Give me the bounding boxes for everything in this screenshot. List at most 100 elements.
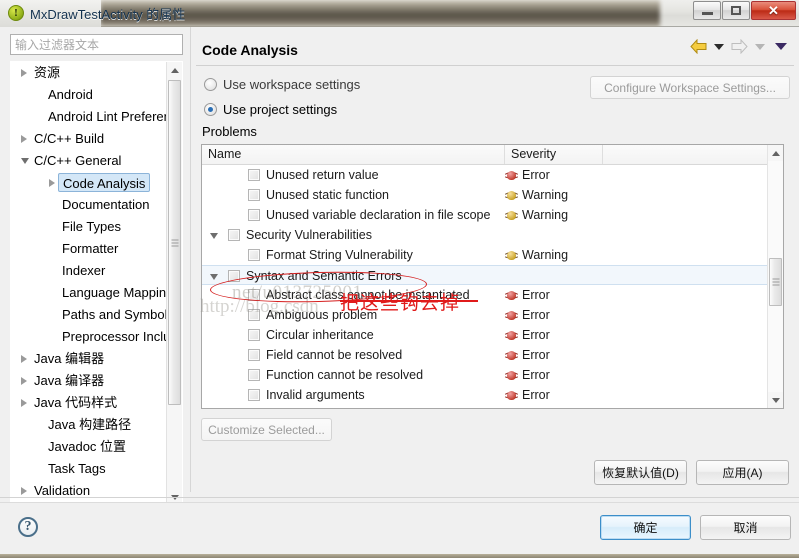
radio-indicator	[204, 103, 217, 116]
dialog-footer: ? 确定 取消	[0, 502, 799, 558]
sidebar-item-label: Validation	[34, 480, 90, 502]
row-severity-label: Warning	[522, 185, 568, 205]
page-menu-dropdown-icon[interactable]	[775, 43, 787, 50]
tree-expander-open-icon[interactable]	[210, 274, 218, 280]
radio-label: Use project settings	[223, 102, 337, 117]
row-severity-cell: Error	[505, 285, 550, 305]
sidebar-item-label: Code Analysis	[58, 173, 150, 192]
problems-section-label: Problems	[202, 124, 257, 139]
tree-expander-closed-icon[interactable]	[21, 487, 27, 495]
column-header-blank[interactable]	[603, 145, 783, 164]
sidebar-item-code-analysis[interactable]: Code Analysis	[11, 172, 169, 194]
row-checkbox[interactable]	[248, 209, 260, 221]
customize-selected-button[interactable]: Customize Selected...	[201, 418, 332, 441]
sidebar-scroll-thumb[interactable]	[168, 80, 181, 405]
row-name: Format String Vulnerability	[266, 245, 413, 265]
row-name: Security Vulnerabilities	[246, 225, 372, 245]
sidebar-item-java[interactable]: Java 构建路径	[11, 414, 169, 436]
table-row[interactable]: Function cannot be resolvedError	[202, 365, 768, 385]
row-checkbox[interactable]	[248, 349, 260, 361]
radio-use-project-settings[interactable]: Use project settings	[204, 102, 337, 117]
table-vertical-scrollbar[interactable]	[767, 145, 783, 408]
sidebar-item-language-mappin[interactable]: Language Mappin	[11, 282, 169, 304]
sidebar-item-android[interactable]: Android	[11, 84, 169, 106]
table-row[interactable]: Invalid argumentsError	[202, 385, 768, 405]
sidebar-item-javadoc[interactable]: Javadoc 位置	[11, 436, 169, 458]
sidebar-item-documentation[interactable]: Documentation	[11, 194, 169, 216]
filter-input[interactable]	[10, 34, 183, 55]
table-row[interactable]: Ambiguous problemError	[202, 305, 768, 325]
sidebar-item-java[interactable]: Java 代码样式	[11, 392, 169, 414]
help-icon[interactable]: ?	[18, 517, 38, 537]
table-row[interactable]: Circular inheritanceError	[202, 325, 768, 345]
error-bug-icon	[505, 389, 518, 402]
info-circle-icon: !	[8, 5, 24, 21]
triangle-down-icon	[772, 398, 780, 403]
sidebar-item-c-c-build[interactable]: C/C++ Build	[11, 128, 169, 150]
row-severity-cell: Warning	[505, 245, 568, 265]
sidebar-item-preprocessor-inclu[interactable]: Preprocessor Inclu	[11, 326, 169, 348]
tree-expander-closed-icon[interactable]	[49, 179, 55, 187]
row-checkbox[interactable]	[248, 369, 260, 381]
close-button[interactable]: ✕	[751, 1, 796, 20]
row-checkbox[interactable]	[248, 389, 260, 401]
tree-expander-closed-icon[interactable]	[21, 355, 27, 363]
restore-defaults-button[interactable]: 恢复默认值(D)	[594, 460, 687, 485]
sidebar-item-[interactable]: 资源	[11, 62, 169, 84]
row-checkbox[interactable]	[248, 249, 260, 261]
row-checkbox[interactable]	[248, 169, 260, 181]
ok-button[interactable]: 确定	[600, 515, 691, 540]
row-checkbox[interactable]	[228, 229, 240, 241]
table-row[interactable]: Format String Vulnerability Warning	[202, 245, 768, 265]
sidebar-item-file-types[interactable]: File Types	[11, 216, 169, 238]
sidebar-item-validation[interactable]: Validation	[11, 480, 169, 502]
tree-expander-open-icon[interactable]	[21, 158, 29, 164]
table-row[interactable]: Field cannot be resolvedError	[202, 345, 768, 365]
table-scroll-thumb[interactable]	[769, 258, 782, 306]
tree-expander-closed-icon[interactable]	[21, 69, 27, 77]
row-checkbox[interactable]	[248, 309, 260, 321]
tree-expander-closed-icon[interactable]	[21, 399, 27, 407]
column-header-severity[interactable]: Severity	[505, 145, 603, 164]
sidebar-item-java[interactable]: Java 编译器	[11, 370, 169, 392]
table-row[interactable]: Abstract class cannot be instantiatedErr…	[202, 285, 768, 305]
row-checkbox[interactable]	[248, 189, 260, 201]
minimize-icon	[702, 12, 713, 15]
sidebar-scroll-up-button[interactable]	[167, 62, 182, 78]
sidebar-item-paths-and-symbol[interactable]: Paths and Symbol	[11, 304, 169, 326]
sidebar-item-task-tags[interactable]: Task Tags	[11, 458, 169, 480]
table-row[interactable]: Security Vulnerabilities	[202, 225, 768, 245]
row-checkbox[interactable]	[248, 329, 260, 341]
table-scroll-up-button[interactable]	[768, 145, 783, 161]
table-row[interactable]: Unused variable declaration in file scop…	[202, 205, 768, 225]
radio-use-workspace-settings[interactable]: Use workspace settings	[204, 77, 360, 92]
table-row[interactable]: Unused static functionWarning	[202, 185, 768, 205]
tree-expander-closed-icon[interactable]	[21, 377, 27, 385]
column-header-name[interactable]: Name	[202, 145, 505, 164]
cancel-button[interactable]: 取消	[700, 515, 791, 540]
row-severity-label: Warning	[522, 245, 568, 265]
tree-expander-open-icon[interactable]	[210, 233, 218, 239]
table-row[interactable]: Syntax and Semantic Errors	[202, 265, 768, 285]
row-checkbox[interactable]	[248, 289, 260, 301]
maximize-icon	[731, 6, 741, 15]
table-scroll-down-button[interactable]	[768, 392, 783, 408]
configure-workspace-settings-button[interactable]: Configure Workspace Settings...	[590, 76, 790, 99]
sidebar-item-label: Java 编译器	[34, 370, 104, 392]
maximize-button[interactable]	[722, 1, 750, 20]
sidebar-item-c-c-general[interactable]: C/C++ General	[11, 150, 169, 172]
back-arrow-icon[interactable]	[690, 39, 707, 54]
sidebar-vertical-scrollbar[interactable]	[166, 62, 182, 504]
sidebar-item-indexer[interactable]: Indexer	[11, 260, 169, 282]
row-checkbox[interactable]	[228, 270, 240, 282]
triangle-up-icon	[171, 68, 179, 73]
sidebar-item-android-lint-preferen[interactable]: Android Lint Preferen	[11, 106, 169, 128]
minimize-button[interactable]	[693, 1, 721, 20]
apply-button[interactable]: 应用(A)	[696, 460, 789, 485]
back-history-dropdown-icon[interactable]	[714, 44, 724, 50]
sidebar-item-java[interactable]: Java 编辑器	[11, 348, 169, 370]
sidebar-item-formatter[interactable]: Formatter	[11, 238, 169, 260]
sidebar-item-label: C/C++ General	[34, 150, 121, 172]
table-row[interactable]: Unused return valueError	[202, 165, 768, 185]
tree-expander-closed-icon[interactable]	[21, 135, 27, 143]
